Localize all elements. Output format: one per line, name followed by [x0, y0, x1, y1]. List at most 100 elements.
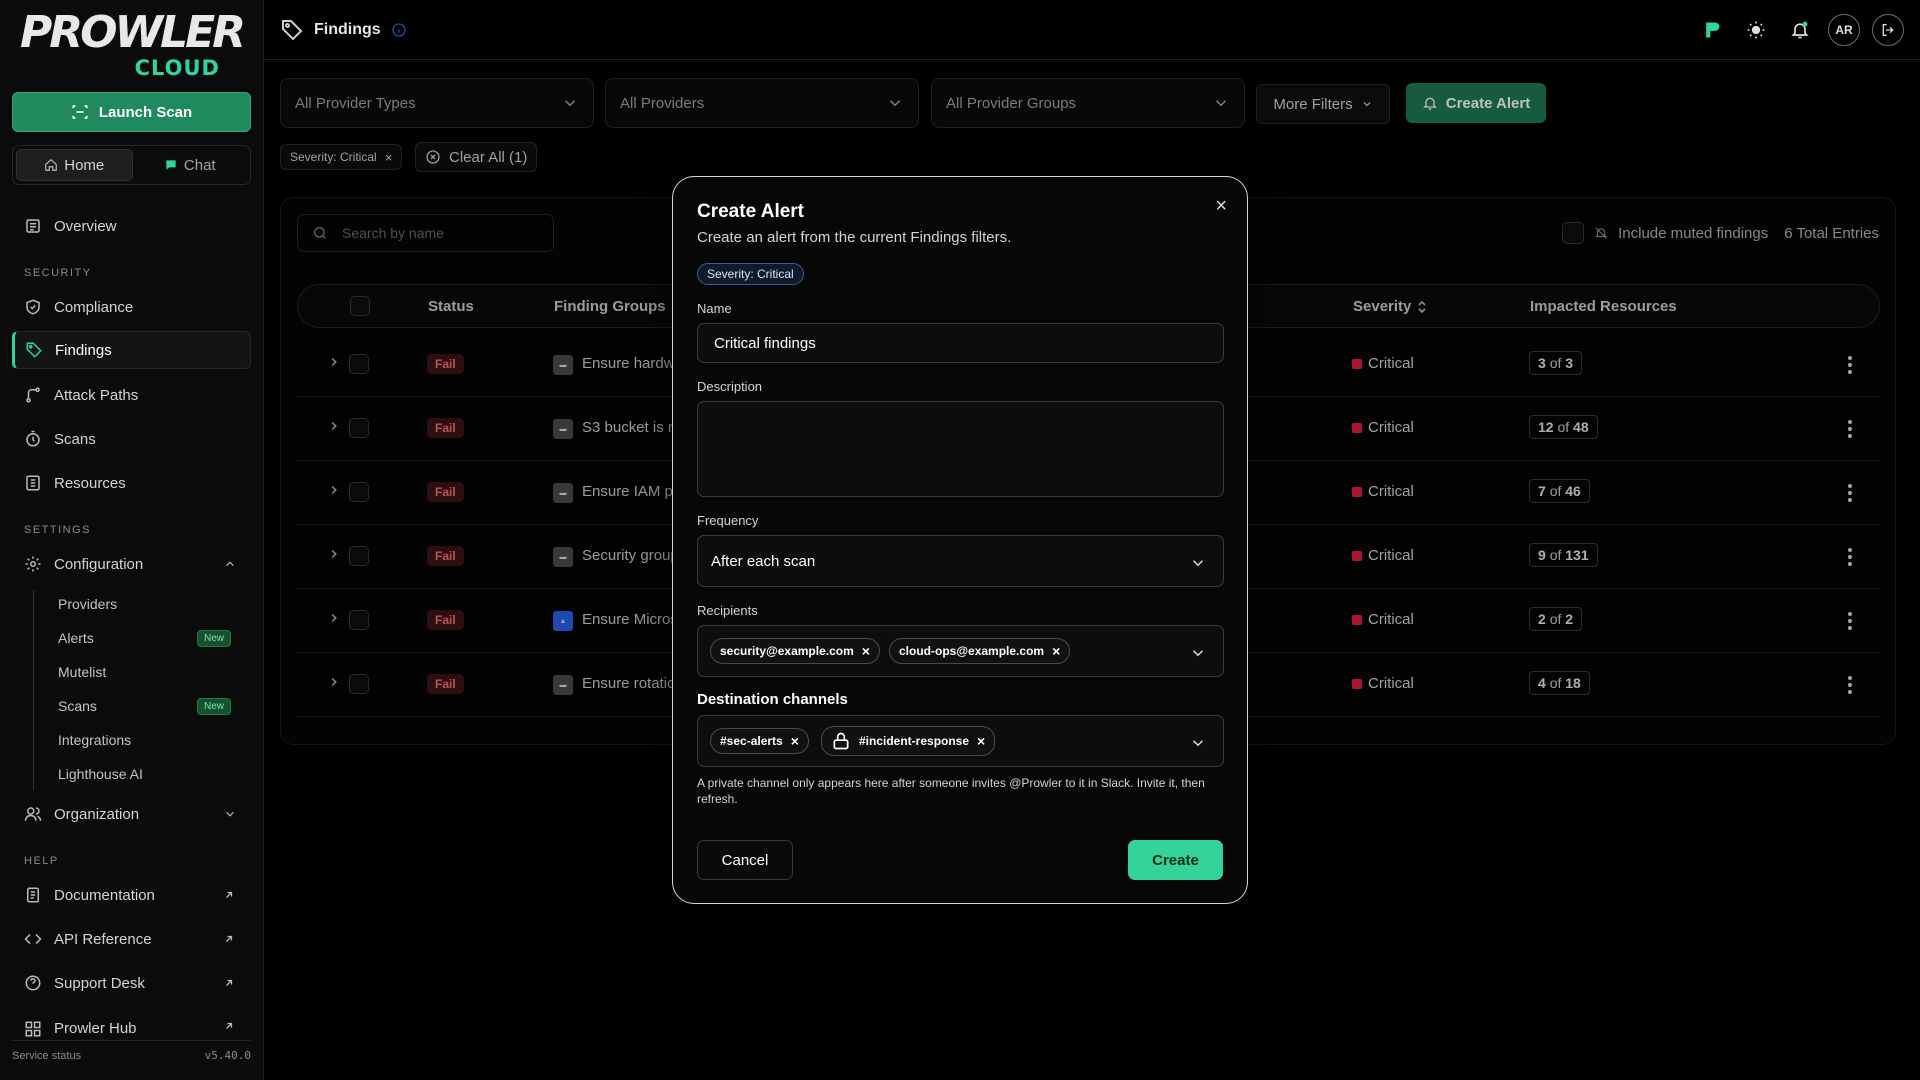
logo-sub: CLOUD	[134, 56, 220, 80]
close-icon[interactable]: ×	[1215, 195, 1227, 218]
name-label: Name	[697, 301, 732, 316]
prowler-mark-icon	[1706, 22, 1720, 38]
nav-documentation[interactable]: Documentation	[12, 876, 251, 914]
nav-scans[interactable]: Scans	[12, 420, 251, 458]
chat-label: Chat	[183, 156, 216, 174]
channel-label: #incident-response	[859, 734, 970, 748]
channel-tag: #sec-alerts ×	[710, 728, 809, 754]
nav-compliance-label: Compliance	[54, 298, 134, 316]
close-icon[interactable]: ×	[977, 733, 985, 749]
frequency-select[interactable]: After each scan	[697, 535, 1224, 587]
nav-prowler-hub[interactable]: Prowler Hub	[12, 1008, 251, 1038]
cancel-button[interactable]: Cancel	[697, 840, 793, 880]
nav-api-reference-label: API Reference	[54, 930, 152, 948]
nav-attack-paths[interactable]: Attack Paths	[12, 376, 251, 414]
external-link-icon	[226, 1022, 233, 1029]
theme-toggle[interactable]	[1740, 14, 1772, 46]
sub-nav-label: Lighthouse AI	[58, 766, 143, 782]
dialog-subtitle: Create an alert from the current Finding…	[697, 229, 1012, 246]
frequency-value: After each scan	[711, 553, 816, 570]
chevron-down-icon	[1192, 650, 1204, 657]
nav-support-desk-label: Support Desk	[54, 974, 145, 992]
avatar[interactable]: AR	[1828, 14, 1860, 46]
home-icon	[45, 158, 58, 171]
close-icon[interactable]: ×	[791, 733, 799, 749]
external-link-icon	[226, 979, 233, 986]
sub-nav-lighthouse-ai[interactable]: Lighthouse AI	[58, 759, 243, 789]
sidebar: PROWLER CLOUD Launch Scan Home Chat Over…	[0, 0, 264, 1080]
scan-icon	[72, 105, 88, 119]
nav-overview[interactable]: Overview	[12, 207, 251, 245]
sub-nav-label: Alerts	[58, 630, 94, 646]
new-badge: New	[196, 629, 231, 647]
dialog-title: Create Alert	[697, 201, 805, 222]
name-input[interactable]: Critical findings	[697, 323, 1224, 363]
nav-findings-label: Findings	[55, 341, 112, 359]
nav-findings[interactable]: Findings	[12, 331, 251, 369]
logout-button[interactable]	[1872, 14, 1904, 46]
create-alert-dialog: × Create Alert Create an alert from the …	[672, 176, 1248, 904]
service-status-link[interactable]: Service status	[12, 1050, 81, 1062]
new-badge: New	[196, 697, 231, 715]
sub-nav-providers[interactable]: Providers	[58, 589, 243, 619]
sub-nav-alerts[interactable]: Alerts New	[58, 623, 243, 653]
notifications-button[interactable]	[1784, 14, 1816, 46]
description-textarea[interactable]	[697, 401, 1224, 497]
shield-icon	[26, 299, 40, 315]
external-link-icon	[226, 891, 233, 898]
close-icon[interactable]: ×	[862, 643, 870, 659]
sun-icon	[1747, 21, 1765, 39]
nav-configuration-label: Configuration	[54, 555, 144, 573]
gear-icon	[25, 556, 41, 572]
recipient-label: security@example.com	[720, 644, 854, 658]
bell-icon	[1791, 21, 1809, 39]
home-tab[interactable]: Home	[16, 149, 133, 181]
lighthouse-button[interactable]	[1696, 14, 1728, 46]
private-channel-help: A private channel only appears here afte…	[697, 776, 1205, 806]
channel-tag-private: #incident-response ×	[821, 726, 996, 756]
nav-api-reference[interactable]: API Reference	[12, 920, 251, 958]
recipients-label: Recipients	[697, 603, 758, 618]
channel-label: #sec-alerts	[720, 734, 783, 748]
help-heading: HELP	[24, 855, 59, 867]
external-link-icon	[226, 935, 233, 942]
tag-icon	[282, 20, 303, 41]
branch-icon	[26, 387, 40, 403]
launch-scan-button[interactable]: Launch Scan	[12, 92, 251, 132]
create-button[interactable]: Create	[1128, 840, 1223, 880]
settings-heading: SETTINGS	[24, 524, 92, 536]
nav-compliance[interactable]: Compliance	[12, 288, 251, 326]
nav-resources[interactable]: Resources	[12, 464, 251, 502]
recipient-tag: cloud-ops@example.com ×	[889, 638, 1071, 664]
building-icon	[26, 475, 40, 491]
channels-label: Destination channels	[697, 691, 848, 708]
nav-scans-label: Scans	[54, 430, 96, 448]
lock-icon	[833, 732, 849, 750]
nav-organization-label: Organization	[54, 805, 140, 823]
info-icon[interactable]	[391, 22, 407, 38]
sub-nav-mutelist[interactable]: Mutelist	[58, 657, 243, 687]
code-icon	[24, 933, 42, 945]
top-bar: Findings AR	[264, 0, 1920, 60]
sub-nav-integrations[interactable]: Integrations	[58, 725, 243, 755]
description-label: Description	[697, 379, 763, 394]
filter-chip: Severity: Critical	[697, 263, 804, 285]
name-value: Critical findings	[714, 335, 816, 352]
chevron-down-icon	[226, 811, 234, 817]
sub-nav-scans[interactable]: Scans New	[58, 691, 243, 721]
nav-support-desk[interactable]: Support Desk	[12, 964, 251, 1002]
chat-tab[interactable]: Chat	[133, 149, 248, 181]
chat-icon	[166, 160, 176, 170]
home-chat-switch: Home Chat	[12, 145, 251, 185]
nav-configuration[interactable]: Configuration	[12, 545, 251, 583]
prowler-logo[interactable]: PROWLER CLOUD	[20, 11, 246, 82]
document-icon	[27, 887, 39, 903]
header-actions: AR	[1696, 14, 1904, 46]
nav-attack-paths-label: Attack Paths	[54, 386, 139, 404]
recipient-label: cloud-ops@example.com	[899, 644, 1045, 658]
close-icon[interactable]: ×	[1052, 643, 1060, 659]
recipients-select[interactable]: security@example.com × cloud-ops@example…	[697, 625, 1224, 677]
channels-select[interactable]: #sec-alerts × #incident-response ×	[697, 715, 1224, 767]
breadcrumb: Findings	[280, 18, 407, 42]
nav-organization[interactable]: Organization	[12, 795, 251, 833]
